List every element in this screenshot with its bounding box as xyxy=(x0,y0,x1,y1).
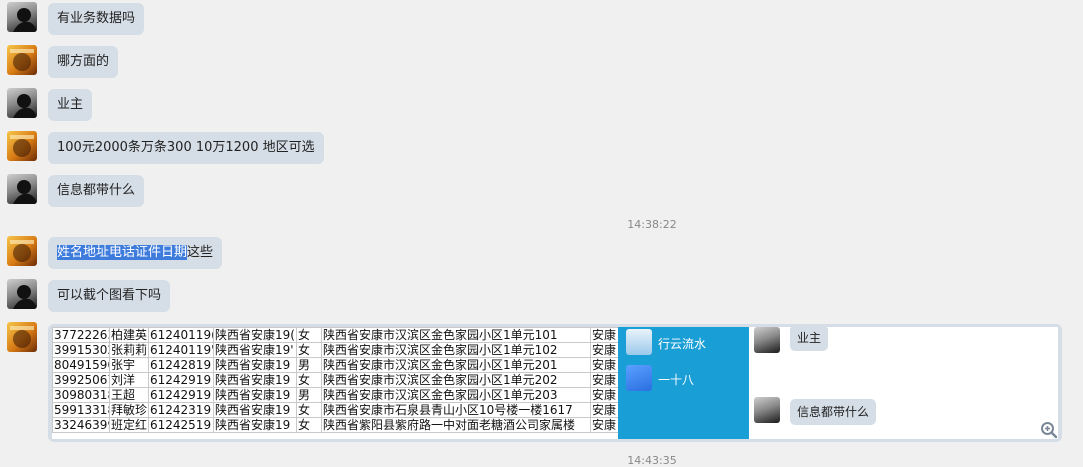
contact-name: 行云流水 xyxy=(658,337,707,351)
self-avatar[interactable] xyxy=(7,322,37,352)
table-cell: 安康 xyxy=(590,402,622,418)
contact-avatar[interactable] xyxy=(7,2,37,32)
message-bubble[interactable]: 哪方面的 xyxy=(48,46,119,78)
table-cell: 张莉莉 xyxy=(109,342,149,358)
table-cell: 陕西省安康19 xyxy=(213,417,297,433)
contact-list-panel: 行云流水 一十八 xyxy=(618,327,749,439)
table-cell: 女 xyxy=(296,342,322,358)
table-cell: 61242919 xyxy=(148,387,214,403)
contact-avatar xyxy=(626,329,652,355)
table-cell: 陕西省安康19 xyxy=(213,387,297,403)
table-cell: 陕西省安康市汉滨区金色家园小区1单元202 xyxy=(321,372,591,388)
contact-name: 一十八 xyxy=(658,373,695,387)
table-cell: 陕西省安康19 xyxy=(213,402,297,418)
table-cell: 王超 xyxy=(109,387,149,403)
image-message[interactable]: 37722263 柏建英 61240119(陕西省安康19(女陕西省安康市汉滨区金色… xyxy=(48,324,1062,442)
table-cell: 61242919 xyxy=(148,372,214,388)
table-cell: 女 xyxy=(296,327,322,343)
contact-avatar[interactable] xyxy=(7,88,37,118)
message-bubble[interactable]: 姓名地址电话证件日期这些 xyxy=(48,237,223,269)
self-avatar[interactable] xyxy=(7,45,37,75)
table-cell: 33246399 xyxy=(52,417,110,433)
table-cell: 30980318 xyxy=(52,387,110,403)
table-cell: 61240119' xyxy=(148,342,214,358)
table-cell: 61242319 xyxy=(148,402,214,418)
contact-avatar[interactable] xyxy=(7,279,37,309)
table-cell: 陕西省安康19( xyxy=(213,327,297,343)
message-text: 这些 xyxy=(187,245,214,260)
table-cell: 61242819 xyxy=(148,357,214,373)
message-bubble: 信息都带什么 xyxy=(790,399,877,425)
table-cell: 39925067 xyxy=(52,372,110,388)
table-cell: 陕西省安康市汉滨区金色家园小区1单元203 xyxy=(321,387,591,403)
self-avatar[interactable] xyxy=(7,131,37,161)
contact-avatar xyxy=(754,397,780,423)
table-cell: 61242519 xyxy=(148,417,214,433)
table-cell: 班定红 xyxy=(109,417,149,433)
table-cell: 安康 xyxy=(590,387,622,403)
table-cell: 男 xyxy=(296,357,322,373)
table-cell: 39915302 xyxy=(52,342,110,358)
self-avatar[interactable] xyxy=(7,236,37,266)
table-cell: 女 xyxy=(296,417,322,433)
table-cell: 80491590 xyxy=(52,357,110,373)
table-cell: 安康 xyxy=(590,342,622,358)
table-cell: 陕西省安康市汉滨区金色家园小区1单元201 xyxy=(321,357,591,373)
message-bubble[interactable]: 业主 xyxy=(48,89,93,121)
table-cell: 安康 xyxy=(590,372,622,388)
message-bubble[interactable]: 信息都带什么 xyxy=(48,175,145,207)
selected-text[interactable]: 姓名地址电话证件日期 xyxy=(57,245,188,260)
table-row: 80491590 张宇 61242819 陕西省安康19 男陕西省安康市汉滨区金色家园小… xyxy=(52,357,622,373)
table-cell: 59913318 xyxy=(52,402,110,418)
table-cell: 女 xyxy=(296,372,322,388)
table-cell: 安康 xyxy=(590,357,622,373)
timestamp: 14:38:22 xyxy=(627,218,677,231)
contact-avatar xyxy=(754,327,780,353)
table-cell: 拜敏珍 xyxy=(109,402,149,418)
table-row: 59913318 拜敏珍 61242319 陕西省安康19 女陕西省安康市石泉县青山小区… xyxy=(52,402,622,418)
table-row: 39925067 刘洋 61242919 陕西省安康19 女陕西省安康市汉滨区金色家园小… xyxy=(52,372,622,388)
timestamp: 14:43:35 xyxy=(627,454,677,467)
table-cell: 女 xyxy=(296,402,322,418)
table-cell: 61240119( xyxy=(148,327,214,343)
zoom-in-icon[interactable] xyxy=(1040,421,1058,439)
table-cell: 安康 xyxy=(590,417,622,433)
message-bubble[interactable]: 100元2000条万条300 10万1200 地区可选 xyxy=(48,132,324,164)
table-cell: 陕西省安康市汉滨区金色家园小区1单元102 xyxy=(321,342,591,358)
contact-avatar[interactable] xyxy=(7,174,37,204)
table-cell: 陕西省安康市汉滨区金色家园小区1单元101 xyxy=(321,327,591,343)
table-cell: 安康 xyxy=(590,327,622,343)
table-cell: 柏建英 xyxy=(109,327,149,343)
table-row: 37722263 柏建英 61240119(陕西省安康19(女陕西省安康市汉滨区金色… xyxy=(52,327,622,343)
message-bubble: 业主 xyxy=(790,327,829,351)
table-cell: 陕西省安康19 xyxy=(213,357,297,373)
table-row: 30980318 王超 61242919 陕西省安康19 男陕西省安康市汉滨区金色家园小… xyxy=(52,387,622,403)
contact-avatar xyxy=(626,365,652,391)
table-row: 39915302 张莉莉 61240119' 陕西省安康19' 女陕西省安康市汉滨区金色… xyxy=(52,342,622,358)
screenshot-image[interactable]: 37722263 柏建英 61240119(陕西省安康19(女陕西省安康市汉滨区金色… xyxy=(52,327,1058,439)
spreadsheet: 37722263 柏建英 61240119(陕西省安康19(女陕西省安康市汉滨区金色… xyxy=(52,327,622,433)
table-cell: 男 xyxy=(296,387,322,403)
table-cell: 陕西省安康市石泉县青山小区10号楼一楼1617 xyxy=(321,402,591,418)
table-cell: 陕西省紫阳县紫府路一中对面老糖酒公司家属楼 xyxy=(321,417,591,433)
table-cell: 张宇 xyxy=(109,357,149,373)
table-row: 33246399 班定红 61242519 陕西省安康19 女陕西省紫阳县紫府路一中对面… xyxy=(52,417,622,433)
table-cell: 刘洋 xyxy=(109,372,149,388)
message-bubble[interactable]: 有业务数据吗 xyxy=(48,3,145,35)
table-cell: 陕西省安康19' xyxy=(213,342,297,358)
message-bubble[interactable]: 可以截个图看下吗 xyxy=(48,280,171,312)
table-cell: 陕西省安康19 xyxy=(213,372,297,388)
table-cell: 37722263 xyxy=(52,327,110,343)
